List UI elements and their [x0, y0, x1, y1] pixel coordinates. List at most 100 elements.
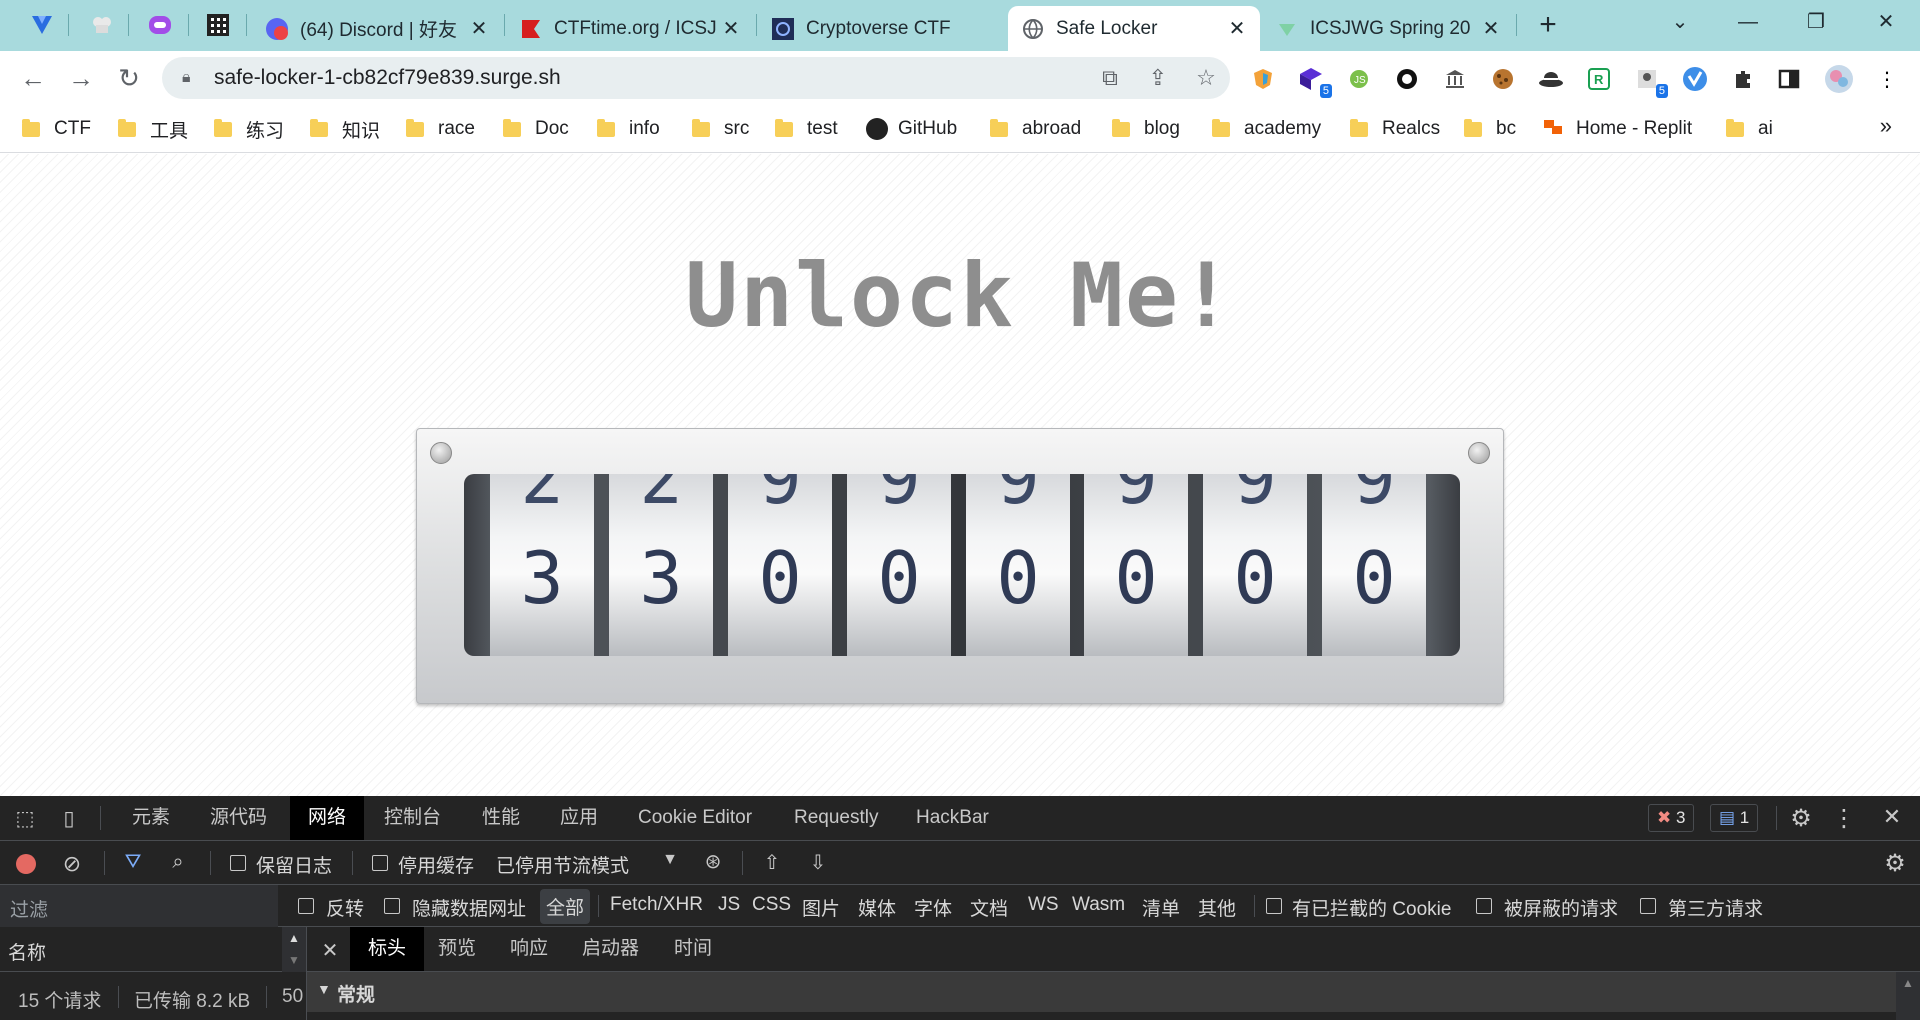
- bookmark-folder[interactable]: bc: [1464, 113, 1516, 145]
- devtools-tab-network[interactable]: 网络: [290, 796, 365, 840]
- disable-cache-checkbox[interactable]: [372, 855, 388, 871]
- scroll-up-icon[interactable]: ▲: [1896, 976, 1920, 990]
- extension-hat-icon[interactable]: [1536, 64, 1566, 94]
- network-settings-gear-icon[interactable]: ⚙: [1880, 849, 1910, 878]
- devtools-tab-elements[interactable]: 元素: [114, 796, 188, 840]
- devtools-tab-sources[interactable]: 源代码: [192, 796, 285, 840]
- detail-tab-preview[interactable]: 预览: [420, 927, 494, 971]
- filter-input[interactable]: 过滤: [0, 885, 278, 927]
- filter-type-fetch-xhr[interactable]: Fetch/XHR: [610, 894, 703, 916]
- dial-wheel-3[interactable]: 90: [728, 474, 832, 656]
- filter-type-css[interactable]: CSS: [752, 894, 791, 916]
- pinned-tab-4[interactable]: [196, 8, 240, 42]
- devtools-menu-icon[interactable]: ⋮: [1832, 804, 1856, 833]
- general-section-header[interactable]: ▼ 常规: [307, 972, 1896, 1012]
- filter-type-js[interactable]: JS: [718, 894, 740, 916]
- back-button[interactable]: ←: [16, 61, 50, 95]
- extension-ring-icon[interactable]: [1392, 64, 1422, 94]
- extension-cube-icon[interactable]: 5: [1296, 64, 1332, 98]
- extension-building-icon[interactable]: [1440, 64, 1470, 94]
- bookmark-folder[interactable]: abroad: [990, 113, 1081, 145]
- scroll-down-icon[interactable]: ▼: [282, 953, 306, 967]
- detail-tab-timing[interactable]: 时间: [656, 927, 730, 971]
- filter-type-other[interactable]: 其他: [1198, 894, 1236, 921]
- detail-tab-initiator[interactable]: 启动器: [564, 927, 657, 971]
- minimize-button[interactable]: —: [1728, 6, 1768, 38]
- bookmark-folder[interactable]: Realcs: [1350, 113, 1440, 145]
- devtools-tab-console[interactable]: 控制台: [366, 796, 459, 840]
- devtools-tab-hackbar[interactable]: HackBar: [898, 796, 1007, 840]
- close-tab-icon[interactable]: ✕: [720, 16, 742, 41]
- filter-type-media[interactable]: 媒体: [858, 894, 896, 921]
- detail-scrollbar[interactable]: ▲: [1896, 972, 1920, 1020]
- close-window-button[interactable]: ✕: [1866, 6, 1906, 38]
- filter-type-ws[interactable]: WS: [1028, 894, 1059, 916]
- detail-tab-headers[interactable]: 标头: [350, 927, 425, 971]
- devtools-tab-requestly[interactable]: Requestly: [776, 796, 897, 840]
- dial-wheel-8[interactable]: 90: [1322, 474, 1426, 656]
- share-icon[interactable]: ⇪: [1134, 65, 1182, 91]
- extension-nodejs-icon[interactable]: JS: [1344, 64, 1374, 94]
- list-scrollbar[interactable]: ▲ ▼: [282, 927, 306, 972]
- filter-type-font[interactable]: 字体: [914, 894, 952, 921]
- name-column-header[interactable]: 名称: [8, 938, 46, 965]
- pinned-tab-1[interactable]: [20, 8, 64, 42]
- tab-safe-locker[interactable]: Safe Locker ✕: [1008, 6, 1260, 51]
- devtools-tab-performance[interactable]: 性能: [464, 796, 538, 840]
- scroll-up-icon[interactable]: ▲: [282, 931, 306, 945]
- settings-gear-icon[interactable]: ⚙: [1786, 804, 1816, 833]
- blocked-requests-checkbox[interactable]: [1476, 898, 1492, 914]
- invert-checkbox[interactable]: [298, 898, 314, 914]
- profile-avatar[interactable]: [1824, 64, 1854, 94]
- bookmark-github[interactable]: GitHub: [866, 113, 957, 145]
- extension-avatar-icon[interactable]: 5: [1632, 64, 1668, 98]
- filter-type-all[interactable]: 全部: [540, 889, 591, 924]
- bookmark-replit[interactable]: Home - Replit: [1544, 113, 1692, 145]
- bookmark-star-icon[interactable]: ☆: [1182, 65, 1230, 91]
- dial-wheel-4[interactable]: 90: [847, 474, 951, 656]
- restore-button[interactable]: ❐: [1796, 6, 1836, 38]
- more-bookmarks-icon[interactable]: »: [1880, 113, 1892, 139]
- close-tab-icon[interactable]: ✕: [1226, 16, 1248, 41]
- filter-type-wasm[interactable]: Wasm: [1072, 894, 1125, 916]
- tab-discord[interactable]: (64) Discord | 好友 ✕: [252, 6, 502, 51]
- import-har-icon[interactable]: ⇧: [760, 850, 784, 875]
- tab-icsjwg[interactable]: ICSJWG Spring 20 ✕: [1262, 6, 1514, 51]
- filter-type-manifest[interactable]: 清单: [1142, 894, 1180, 921]
- third-party-checkbox[interactable]: [1640, 898, 1656, 914]
- close-details-icon[interactable]: ✕: [318, 938, 342, 963]
- close-tab-icon[interactable]: ✕: [468, 16, 490, 41]
- extension-shield-icon[interactable]: [1248, 64, 1278, 94]
- close-tab-icon[interactable]: ✕: [1480, 16, 1502, 41]
- device-toolbar-icon[interactable]: ▯: [56, 806, 82, 831]
- error-count-badge[interactable]: ✖ 3: [1648, 804, 1695, 832]
- bookmark-folder[interactable]: ai: [1726, 113, 1773, 145]
- bookmark-folder[interactable]: blog: [1112, 113, 1180, 145]
- extension-cookie-icon[interactable]: [1488, 64, 1518, 94]
- dial-wheel-6[interactable]: 90: [1084, 474, 1188, 656]
- bookmark-folder[interactable]: 工具: [118, 113, 188, 145]
- message-count-badge[interactable]: ▤ 1: [1710, 804, 1759, 832]
- extensions-puzzle-icon[interactable]: [1728, 64, 1758, 94]
- filter-icon[interactable]: ⛛: [120, 851, 146, 874]
- dial-wheel-5[interactable]: 90: [966, 474, 1070, 656]
- record-button[interactable]: [16, 854, 36, 874]
- chrome-menu-icon[interactable]: ⋮: [1872, 64, 1902, 94]
- close-devtools-icon[interactable]: ✕: [1880, 804, 1904, 830]
- bookmark-folder[interactable]: info: [597, 113, 660, 145]
- bookmark-folder[interactable]: test: [775, 113, 838, 145]
- search-icon[interactable]: ⌕: [166, 851, 190, 874]
- forward-button[interactable]: →: [64, 61, 98, 95]
- url-text[interactable]: safe-locker-1-cb82cf79e839.surge.sh: [214, 66, 1086, 90]
- bookmark-folder[interactable]: CTF: [22, 113, 91, 145]
- network-conditions-icon[interactable]: ⊛: [698, 849, 728, 874]
- dial-wheel-7[interactable]: 90: [1203, 474, 1307, 656]
- preserve-log-checkbox[interactable]: [230, 855, 246, 871]
- bookmark-folder[interactable]: 知识: [310, 113, 380, 145]
- dial-wheel-2[interactable]: 23: [609, 474, 713, 656]
- address-bar[interactable]: 🔒︎ safe-locker-1-cb82cf79e839.surge.sh ⧉…: [162, 57, 1230, 99]
- clear-icon[interactable]: ⊘: [60, 851, 84, 877]
- tab-cryptoverse[interactable]: Cryptoverse CTF: [758, 6, 1006, 51]
- extension-refresh-green-icon[interactable]: R: [1584, 64, 1614, 94]
- extension-check-icon[interactable]: [1680, 64, 1710, 94]
